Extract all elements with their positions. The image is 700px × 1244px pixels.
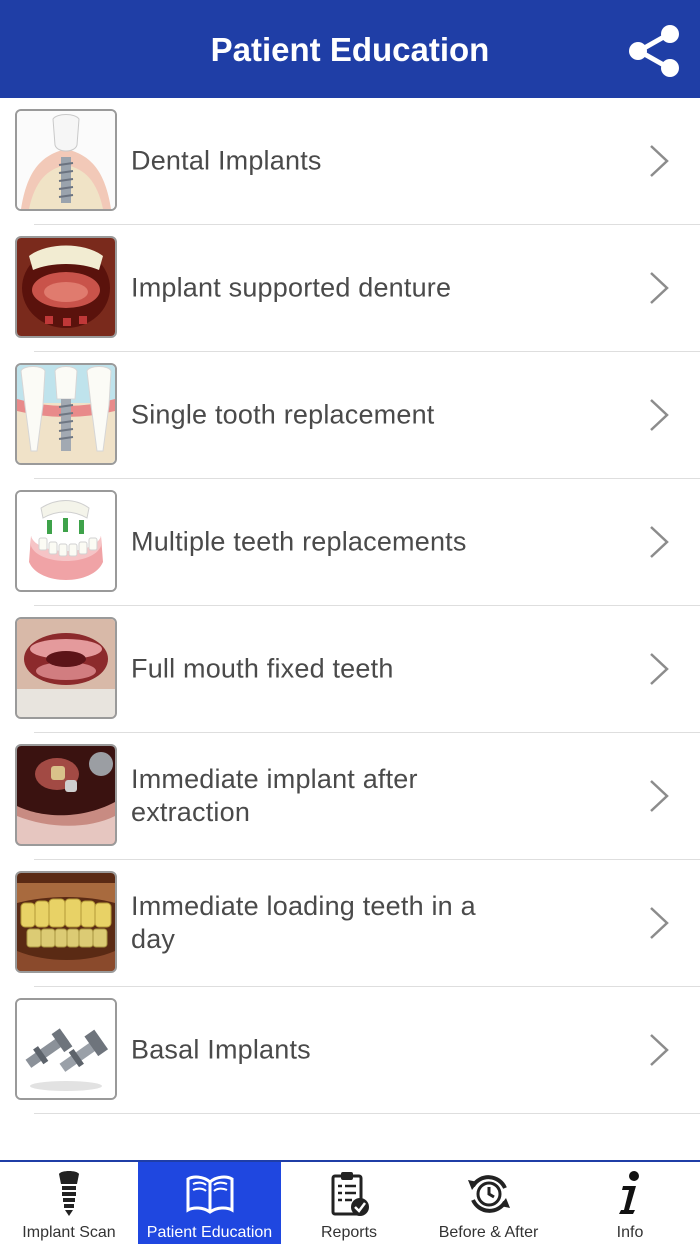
list-item-label: Full mouth fixed teeth	[131, 653, 394, 684]
multiple-teeth-model-thumbnail	[15, 490, 117, 592]
tab-label: Info	[616, 1224, 644, 1241]
list-item-label: Implant supported denture	[131, 272, 452, 303]
list-item-label: Immediate implant after extraction	[131, 764, 418, 827]
chevron-right-icon	[650, 1034, 669, 1066]
teeth-smile-photo-thumbnail	[15, 871, 117, 973]
single-tooth-diagram-thumbnail	[15, 363, 117, 465]
info-icon	[619, 1171, 639, 1214]
topic-list: Dental Implants Implant supported dentur…	[0, 98, 700, 1114]
navigation-bar: Patient Education	[0, 0, 700, 98]
tab-label: Reports	[320, 1224, 378, 1241]
extraction-site-photo-thumbnail	[15, 744, 117, 846]
list-item-basal-implants[interactable]: Basal Implants	[15, 987, 700, 1114]
chevron-right-icon	[650, 780, 669, 812]
list-item-full-mouth-fixed-teeth[interactable]: Full mouth fixed teeth	[15, 606, 700, 733]
tab-reports[interactable]: Reports	[281, 1162, 417, 1244]
tab-info[interactable]: Info	[560, 1162, 700, 1244]
bottom-tab-bar: Implant Scan Patient Education Reports B…	[0, 1160, 700, 1244]
list-item-label: Multiple teeth replacements	[131, 526, 467, 557]
chevron-right-icon	[650, 145, 669, 177]
tab-patient-education[interactable]: Patient Education	[138, 1162, 281, 1244]
list-item-label: Dental Implants	[131, 145, 322, 176]
toothless-mouth-photo-thumbnail	[15, 617, 117, 719]
chevron-right-icon	[650, 653, 669, 685]
list-item-label: Single tooth replacement	[131, 399, 435, 430]
share-icon[interactable]	[626, 24, 682, 78]
chevron-right-icon	[650, 526, 669, 558]
chevron-right-icon	[650, 399, 669, 431]
clock-refresh-icon	[467, 1175, 510, 1213]
dental-implant-diagram-thumbnail	[15, 109, 117, 211]
app-screen: Patient Education Dental Implants Implan…	[0, 0, 700, 1244]
list-item-label: Immediate loading teeth in a day	[131, 891, 476, 954]
tab-label: Implant Scan	[22, 1224, 116, 1241]
list-item-immediate-loading-teeth-in-a-day[interactable]: Immediate loading teeth in a day	[15, 860, 700, 987]
list-item-immediate-implant-after-extraction[interactable]: Immediate implant after extraction	[15, 733, 700, 860]
list-item-multiple-teeth-replacements[interactable]: Multiple teeth replacements	[15, 479, 700, 606]
tab-label: Patient Education	[146, 1224, 273, 1241]
open-mouth-photo-thumbnail	[15, 236, 117, 338]
list-item-single-tooth-replacement[interactable]: Single tooth replacement	[15, 352, 700, 479]
list-item-label: Basal Implants	[131, 1034, 311, 1065]
tab-implant-scan[interactable]: Implant Scan	[0, 1162, 138, 1244]
chevron-right-icon	[650, 907, 669, 939]
tab-label: Before & After	[438, 1224, 539, 1241]
chevron-right-icon	[650, 272, 669, 304]
list-item-dental-implants[interactable]: Dental Implants	[15, 98, 700, 225]
implant-icon	[59, 1171, 79, 1216]
basal-implant-screws-thumbnail	[15, 998, 117, 1100]
page-title: Patient Education	[210, 31, 490, 68]
open-book-icon	[186, 1175, 233, 1214]
tab-before-after[interactable]: Before & After	[417, 1162, 560, 1244]
list-item-implant-supported-denture[interactable]: Implant supported denture	[15, 225, 700, 352]
clipboard-check-icon	[331, 1172, 369, 1216]
